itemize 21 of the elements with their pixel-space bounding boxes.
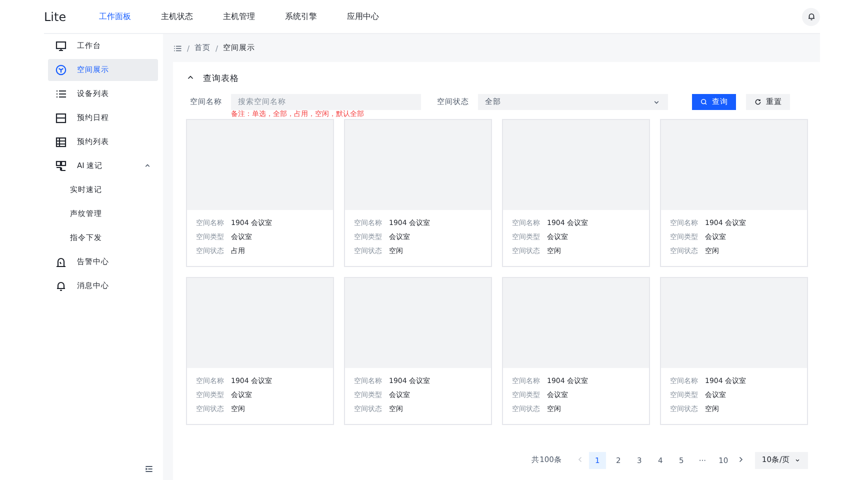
section-title: 查询表格	[203, 73, 239, 85]
bell-icon	[806, 12, 816, 21]
collapse-menu-icon	[144, 464, 154, 474]
grid-icon	[55, 160, 67, 172]
menu-icon	[173, 44, 182, 52]
nav-tab[interactable]: 工作面板	[99, 11, 161, 22]
nav-tab[interactable]: 应用中心	[347, 11, 409, 22]
chevron-down-icon	[794, 456, 801, 464]
app-logo-text: Lite	[44, 10, 68, 24]
refresh-icon	[754, 98, 762, 106]
calendar-icon	[55, 112, 67, 124]
nav-tab[interactable]: 系统引擎	[285, 11, 347, 22]
nav-tab[interactable]: 主机状态	[161, 11, 223, 22]
notification-button[interactable]	[802, 8, 820, 26]
search-icon	[700, 98, 708, 106]
table-icon	[55, 136, 67, 148]
alarm-icon	[55, 256, 67, 268]
nav-tab[interactable]: 主机管理	[223, 11, 285, 22]
monitor-icon	[55, 40, 67, 52]
bell-icon	[55, 280, 67, 292]
list-icon	[55, 88, 67, 100]
